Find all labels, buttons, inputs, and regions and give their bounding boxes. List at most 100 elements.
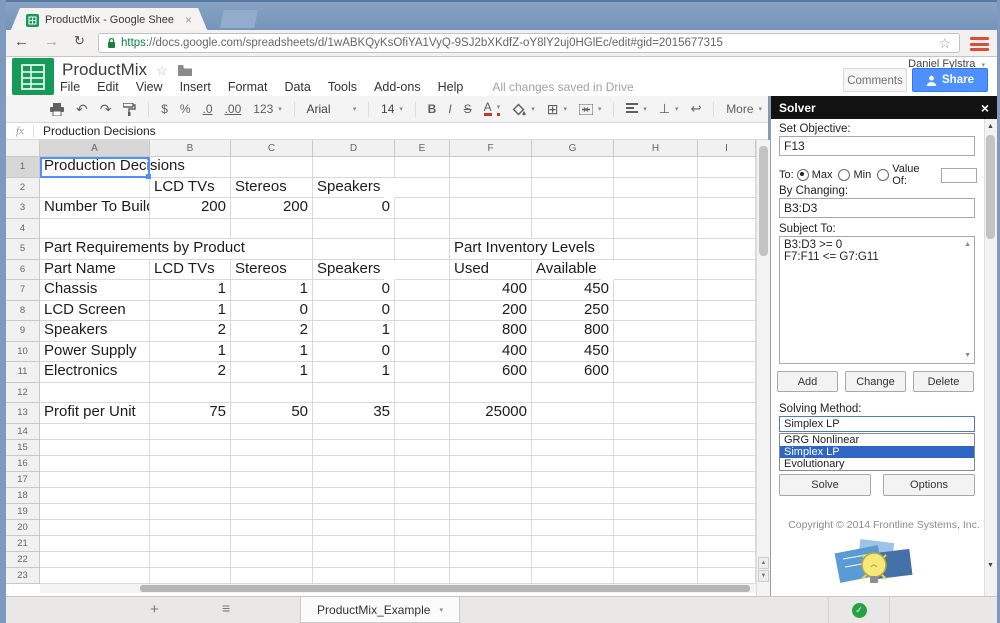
cell-H19[interactable] — [614, 503, 698, 520]
cell-E14[interactable] — [395, 423, 450, 440]
by-changing-input[interactable] — [779, 198, 975, 218]
cell-A16[interactable] — [40, 455, 150, 472]
cell-C17[interactable] — [231, 471, 313, 488]
cell-I16[interactable] — [698, 455, 756, 472]
cell-I3[interactable] — [698, 198, 756, 219]
cell-D20[interactable] — [313, 519, 395, 536]
cell-D12[interactable] — [313, 382, 395, 403]
cell-F18[interactable] — [450, 487, 532, 504]
cell-H17[interactable] — [614, 471, 698, 488]
solve-button[interactable]: Solve — [779, 474, 871, 496]
radio-min[interactable] — [838, 169, 851, 181]
cell-I13[interactable] — [698, 403, 756, 424]
scroll-up-icon[interactable]: ▲ — [758, 557, 769, 569]
cell-G14[interactable] — [532, 423, 614, 440]
cell-I17[interactable] — [698, 471, 756, 488]
cell-I20[interactable] — [698, 519, 756, 536]
cell-E16[interactable] — [395, 455, 450, 472]
cell-I21[interactable] — [698, 535, 756, 552]
cell-F17[interactable] — [450, 471, 532, 488]
row-header-1[interactable]: 1 — [6, 157, 40, 178]
increase-decimal-button[interactable]: .00 — [225, 102, 242, 116]
cell-A8[interactable]: LCD Screen — [40, 300, 150, 321]
cell-G20[interactable] — [532, 519, 614, 536]
cell-F3[interactable] — [450, 198, 532, 219]
row-header-22[interactable]: 22 — [6, 551, 40, 568]
cell-F4[interactable] — [450, 218, 532, 239]
cell-A3[interactable]: Number To Build — [40, 198, 150, 219]
cell-D9[interactable]: 1 — [313, 321, 395, 342]
cell-A5[interactable]: Part Requirements by Product — [40, 239, 249, 260]
formula-bar-content[interactable]: Production Decisions — [43, 124, 156, 138]
cell-B20[interactable] — [150, 519, 231, 536]
column-header-B[interactable]: B — [150, 140, 231, 157]
cell-C2[interactable]: Stereos — [231, 177, 313, 198]
cell-F19[interactable] — [450, 503, 532, 520]
menu-view[interactable]: View — [136, 80, 163, 94]
cell-E12[interactable] — [395, 382, 450, 403]
cell-G10[interactable]: 450 — [532, 341, 614, 362]
cell-B23[interactable] — [150, 567, 231, 584]
row-header-9[interactable]: 9 — [6, 321, 40, 342]
cell-H13[interactable] — [614, 403, 698, 424]
cell-F8[interactable]: 200 — [450, 300, 532, 321]
cell-G12[interactable] — [532, 382, 614, 403]
url-bar[interactable]: https://docs.google.com/spreadsheets/d/1… — [98, 33, 960, 53]
cell-I18[interactable] — [698, 487, 756, 504]
cell-D11[interactable]: 1 — [313, 362, 395, 383]
cell-I8[interactable] — [698, 300, 756, 321]
scroll-down-icon[interactable]: ▼ — [758, 570, 769, 582]
merge-cells-icon[interactable]: ▾ — [578, 103, 601, 115]
cell-E7[interactable] — [395, 280, 450, 301]
all-sheets-icon[interactable]: ≡ — [222, 600, 230, 616]
cell-A20[interactable] — [40, 519, 150, 536]
cell-D14[interactable] — [313, 423, 395, 440]
cell-H12[interactable] — [614, 382, 698, 403]
redo-icon[interactable]: ↷ — [100, 101, 112, 118]
constraint-item[interactable]: F7:F11 <= G7:G11 — [784, 251, 970, 263]
row-header-21[interactable]: 21 — [6, 535, 40, 552]
cell-G22[interactable] — [532, 551, 614, 568]
cell-B8[interactable]: 1 — [150, 300, 231, 321]
paint-format-icon[interactable] — [123, 102, 137, 116]
cell-F16[interactable] — [450, 455, 532, 472]
cell-H23[interactable] — [614, 567, 698, 584]
row-header-15[interactable]: 15 — [6, 439, 40, 456]
row-header-16[interactable]: 16 — [6, 455, 40, 472]
cell-C6[interactable]: Stereos — [231, 259, 313, 280]
cell-E5[interactable] — [395, 239, 450, 260]
document-title[interactable]: ProductMix — [62, 60, 147, 80]
cell-H10[interactable] — [614, 341, 698, 362]
cell-F13[interactable]: 25000 — [450, 403, 532, 424]
grid-corner[interactable] — [6, 140, 40, 157]
cell-E17[interactable] — [395, 471, 450, 488]
cell-A2[interactable] — [40, 177, 150, 198]
cell-G2[interactable] — [532, 177, 614, 198]
fill-color-icon[interactable]: ▾ — [512, 103, 535, 116]
cell-C23[interactable] — [231, 567, 313, 584]
cell-C1[interactable] — [231, 157, 313, 178]
cell-F20[interactable] — [450, 519, 532, 536]
cell-A10[interactable]: Power Supply — [40, 341, 150, 362]
new-tab-button[interactable] — [220, 10, 258, 28]
cell-D15[interactable] — [313, 439, 395, 456]
cell-E22[interactable] — [395, 551, 450, 568]
cell-C3[interactable]: 200 — [231, 198, 313, 219]
cell-G19[interactable] — [532, 503, 614, 520]
cell-I10[interactable] — [698, 341, 756, 362]
cell-E23[interactable] — [395, 567, 450, 584]
borders-icon[interactable]: ⊞ ▾ — [547, 101, 567, 118]
cell-D10[interactable]: 0 — [313, 341, 395, 362]
cell-B22[interactable] — [150, 551, 231, 568]
cell-F23[interactable] — [450, 567, 532, 584]
row-header-4[interactable]: 4 — [6, 218, 40, 239]
value-of-input[interactable] — [941, 167, 977, 183]
text-wrap-icon[interactable]: ↩ — [691, 101, 702, 117]
cell-E8[interactable] — [395, 300, 450, 321]
italic-button[interactable]: I — [448, 102, 451, 116]
chrome-menu-icon[interactable] — [970, 37, 989, 51]
cell-F2[interactable] — [450, 177, 532, 198]
font-select[interactable]: Arial ▾ — [307, 102, 357, 116]
cell-C7[interactable]: 1 — [231, 280, 313, 301]
browser-tab[interactable]: ProductMix - Google Shee × — [10, 8, 208, 32]
